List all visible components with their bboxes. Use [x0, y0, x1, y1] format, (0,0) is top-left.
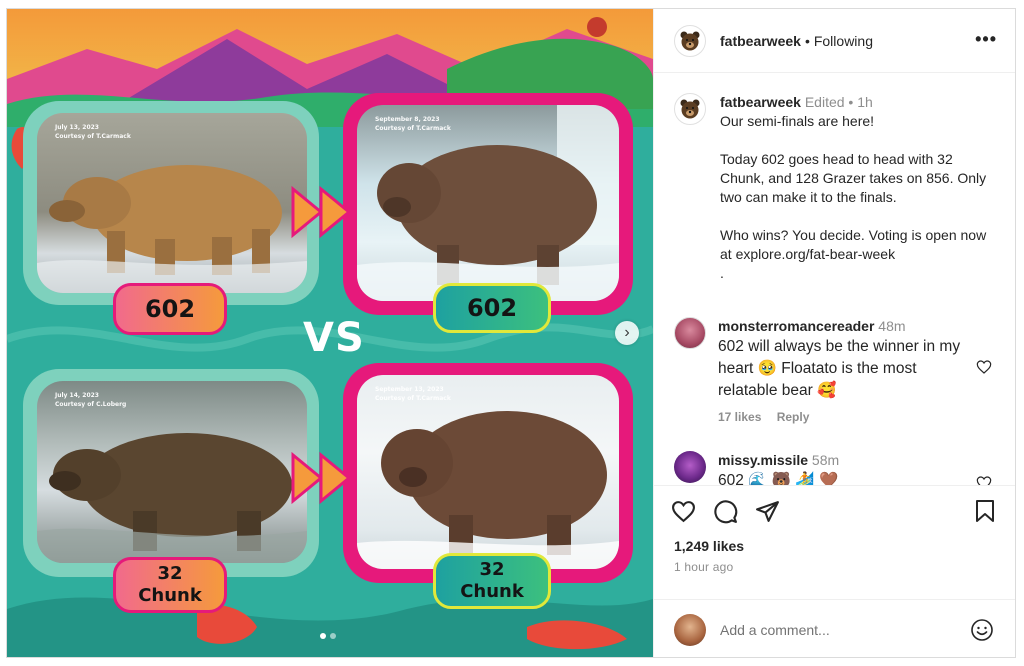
caption-time: 1h — [857, 94, 873, 110]
save-button[interactable] — [972, 498, 998, 524]
share-button[interactable] — [754, 498, 780, 524]
caption-line: Our semi-finals are here! — [720, 113, 875, 129]
like-button[interactable] — [670, 498, 696, 524]
emoji-icon[interactable] — [970, 618, 994, 642]
bear-label-chunk-left: 32 Chunk — [113, 557, 227, 613]
photo-caption: July 13, 2023 Courtesy of T.Carmack — [55, 124, 131, 140]
current-user-avatar — [674, 613, 706, 646]
photo-caption: July 14, 2023 Courtesy of C.Loberg — [55, 392, 127, 408]
more-options-button[interactable]: ••• — [975, 29, 997, 50]
carousel-dot-active — [320, 633, 326, 639]
versus-text: VS — [303, 315, 365, 361]
comment-time: 48m — [878, 318, 906, 334]
post-modal: July 13, 2023 Courtesy of T.Carmack 602 … — [6, 8, 1016, 658]
edited-label: Edited — [804, 94, 845, 110]
carousel-dot — [330, 633, 336, 639]
heart-icon — [671, 500, 695, 522]
bookmark-icon — [976, 500, 994, 522]
caption-avatar[interactable] — [674, 93, 706, 125]
account-username[interactable]: fatbearweek — [720, 33, 801, 49]
comment-bubble-icon — [713, 499, 737, 523]
paper-plane-icon — [755, 500, 779, 522]
post-header: fatbearweek • Following ••• — [654, 9, 1015, 73]
next-slide-button[interactable]: › — [615, 321, 639, 345]
comment-like-heart-icon[interactable] — [976, 475, 992, 485]
commenter-avatar[interactable] — [674, 451, 706, 483]
bear-label-chunk-right: 32 Chunk — [433, 553, 551, 609]
caption-line: . — [720, 265, 724, 281]
post-sidebar: fatbearweek • Following ••• fatbearweek … — [653, 9, 1015, 657]
carousel-indicator — [320, 633, 336, 639]
advance-arrow-icon — [291, 451, 352, 505]
bear-photo-602-july: July 13, 2023 Courtesy of T.Carmack — [37, 113, 307, 293]
likes-count[interactable]: 1,249 likes — [674, 538, 744, 554]
account-avatar[interactable] — [674, 24, 706, 57]
separator-dot: • — [848, 94, 854, 110]
post-actions: 1,249 likes 1 hour ago — [654, 485, 1015, 605]
photo-caption: September 8, 2023 Courtesy of T.Carmack — [375, 116, 451, 132]
bear-photo-chunk-july: July 14, 2023 Courtesy of C.Loberg — [37, 381, 307, 563]
bear-avatar-icon — [680, 99, 700, 119]
comment-item: missy.missile 58m 602 🌊 🐻 🏄 🤎 — [674, 451, 1004, 485]
advance-arrow-icon — [291, 185, 352, 239]
chevron-right-icon: › — [624, 324, 630, 341]
comment-button[interactable] — [712, 498, 738, 524]
comment-item: monsterromancereader 48m 602 will always… — [674, 317, 1004, 424]
following-button[interactable]: Following — [814, 33, 873, 49]
comment-text: 602 will always be the winner in my hear… — [718, 338, 961, 399]
post-timestamp: 1 hour ago — [674, 560, 734, 574]
comments-list[interactable]: fatbearweek Edited • 1h Our semi-finals … — [654, 73, 1015, 485]
bear-avatar-icon — [680, 31, 700, 50]
commenter-username[interactable]: monsterromancereader — [718, 318, 874, 334]
comment-text: 602 🌊 🐻 🏄 🤎 — [718, 472, 839, 485]
separator-dot: • — [804, 32, 810, 49]
bear-label-602-left: 602 — [113, 283, 227, 335]
bear-label-602-right: 602 — [433, 283, 551, 333]
comment-composer — [654, 599, 1015, 657]
post-media[interactable]: July 13, 2023 Courtesy of T.Carmack 602 … — [7, 9, 653, 657]
caption-username[interactable]: fatbearweek — [720, 94, 801, 110]
comment-likes[interactable]: 17 likes — [718, 410, 761, 424]
bear-photo-602-sept: September 8, 2023 Courtesy of T.Carmack — [357, 105, 619, 301]
caption-line — [720, 131, 994, 150]
caption-line — [720, 207, 994, 226]
comment-like-heart-icon[interactable] — [976, 359, 992, 375]
comment-input[interactable] — [720, 621, 940, 638]
comment-time: 58m — [811, 452, 840, 468]
commenter-avatar[interactable] — [674, 317, 706, 349]
reply-button[interactable]: Reply — [777, 410, 810, 424]
caption-line: Today 602 goes head to head with 32 Chun… — [720, 151, 987, 205]
caption-line: Who wins? You decide. Voting is open now… — [720, 227, 987, 262]
bear-photo-chunk-sept: September 13, 2023 Courtesy of T.Carmack — [357, 375, 619, 569]
commenter-username[interactable]: missy.missile — [718, 452, 808, 468]
photo-caption: September 13, 2023 Courtesy of T.Carmack — [375, 386, 451, 402]
post-caption: fatbearweek Edited • 1h Our semi-finals … — [674, 93, 994, 283]
caption-text: fatbearweek Edited • 1h Our semi-finals … — [720, 93, 994, 283]
